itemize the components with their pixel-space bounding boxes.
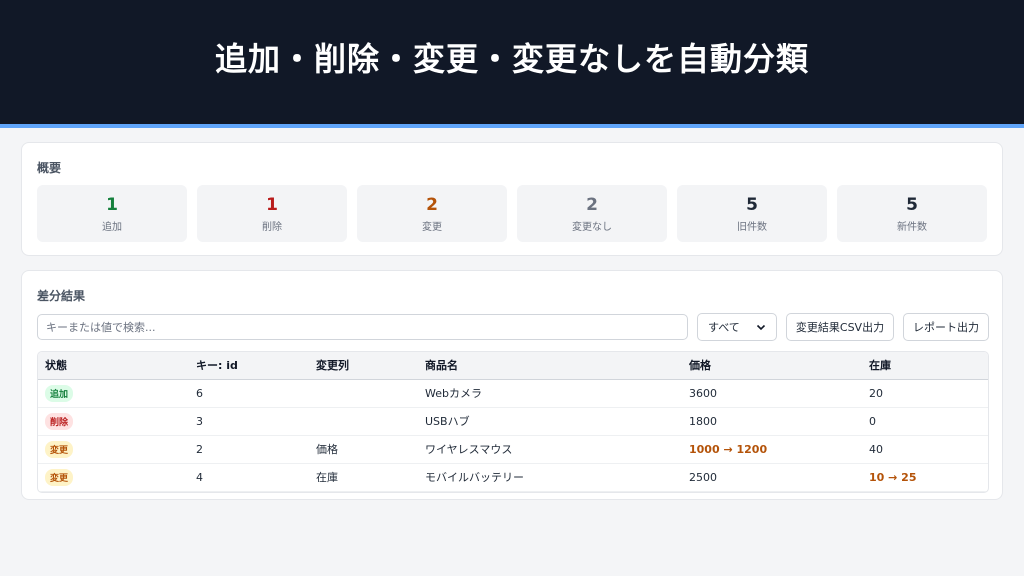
cell-changed-col: 在庫	[309, 463, 418, 492]
stat-unchanged-label: 変更なし	[572, 221, 612, 233]
stat-deleted-value: 1	[266, 194, 278, 215]
table-row: 変更 4 在庫 モバイルバッテリー 2500 10 → 25	[38, 463, 988, 492]
table-row: 追加 6 Webカメラ 3600 20	[38, 379, 988, 408]
summary-card: 概要 1 追加 1 削除 2 変更 2 変更なし 5 旧件数 5 新件数	[21, 142, 1003, 256]
accent-bar	[0, 124, 1024, 128]
column-header-stock[interactable]: 在庫	[862, 352, 988, 380]
table-header-row: 状態 キー: id 変更列 商品名 価格 在庫	[38, 352, 988, 380]
column-header-changed-col[interactable]: 変更列	[309, 352, 418, 380]
stat-deleted-label: 削除	[262, 221, 282, 233]
cell-changed-col	[309, 407, 418, 436]
status-badge: 変更	[45, 440, 74, 458]
column-header-price[interactable]: 価格	[682, 352, 862, 380]
status-filter-value: すべて	[708, 321, 740, 334]
column-header-key[interactable]: キー: id	[189, 352, 309, 380]
export-report-button[interactable]: レポート出力	[903, 313, 989, 341]
cell-changed-col	[309, 379, 418, 408]
table-row: 削除 3 USBハブ 1800 0	[38, 407, 988, 436]
cell-status: 変更	[38, 435, 189, 464]
stat-old-count-value: 5	[746, 194, 758, 215]
cell-name: ワイヤレスマウス	[418, 435, 682, 464]
cell-stock: 0	[862, 407, 988, 436]
cell-status: 追加	[38, 379, 189, 408]
column-header-name[interactable]: 商品名	[418, 352, 682, 380]
export-csv-button[interactable]: 変更結果CSV出力	[786, 313, 894, 341]
banner: 追加・削除・変更・変更なしを自動分類	[0, 0, 1024, 124]
diff-table: 状態 キー: id 変更列 商品名 価格 在庫 追加 6 Webカメラ 3600…	[37, 351, 989, 493]
stat-new-count-label: 新件数	[897, 221, 927, 233]
stat-changed-value: 2	[426, 194, 438, 215]
stat-unchanged-value: 2	[586, 194, 598, 215]
cell-price: 1800	[682, 407, 862, 436]
stat-old-count: 5 旧件数	[677, 185, 827, 242]
cell-changed-col: 価格	[309, 435, 418, 464]
stat-old-count-label: 旧件数	[737, 221, 767, 233]
status-badge: 削除	[45, 412, 74, 430]
table-row: 変更 2 価格 ワイヤレスマウス 1000 → 1200 40	[38, 435, 988, 464]
cell-name: モバイルバッテリー	[418, 463, 682, 492]
stat-new-count: 5 新件数	[837, 185, 987, 242]
results-card: 差分結果 すべて 変更結果CSV出力 レポート出力 状態 キー: id 変更列 …	[21, 270, 1003, 500]
cell-price-changed: 1000 → 1200	[682, 435, 862, 464]
search-input[interactable]	[37, 314, 688, 340]
cell-id: 4	[189, 463, 309, 492]
stat-changed-label: 変更	[422, 221, 442, 233]
stat-added-value: 1	[106, 194, 118, 215]
results-title: 差分結果	[37, 289, 86, 303]
status-badge: 変更	[45, 468, 74, 486]
summary-title: 概要	[37, 161, 62, 175]
stat-changed: 2 変更	[357, 185, 507, 242]
chevron-down-icon	[756, 324, 766, 331]
column-header-status[interactable]: 状態	[38, 352, 189, 380]
cell-name: Webカメラ	[418, 379, 682, 408]
cell-status: 削除	[38, 407, 189, 436]
stat-unchanged: 2 変更なし	[517, 185, 667, 242]
stat-deleted: 1 削除	[197, 185, 347, 242]
cell-id: 6	[189, 379, 309, 408]
cell-stock-changed: 10 → 25	[862, 463, 988, 492]
cell-price: 3600	[682, 379, 862, 408]
stat-added: 1 追加	[37, 185, 187, 242]
status-filter-select[interactable]: すべて	[697, 313, 777, 341]
cell-stock: 40	[862, 435, 988, 464]
cell-name: USBハブ	[418, 407, 682, 436]
summary-stats: 1 追加 1 削除 2 変更 2 変更なし 5 旧件数 5 新件数	[37, 185, 987, 242]
status-badge: 追加	[45, 384, 74, 402]
banner-title: 追加・削除・変更・変更なしを自動分類	[214, 40, 809, 78]
results-toolbar: すべて 変更結果CSV出力 レポート出力	[37, 313, 989, 341]
cell-id: 2	[189, 435, 309, 464]
stat-new-count-value: 5	[906, 194, 918, 215]
cell-status: 変更	[38, 463, 189, 492]
cell-stock: 20	[862, 379, 988, 408]
cell-price: 2500	[682, 463, 862, 492]
stat-added-label: 追加	[102, 221, 122, 233]
cell-id: 3	[189, 407, 309, 436]
